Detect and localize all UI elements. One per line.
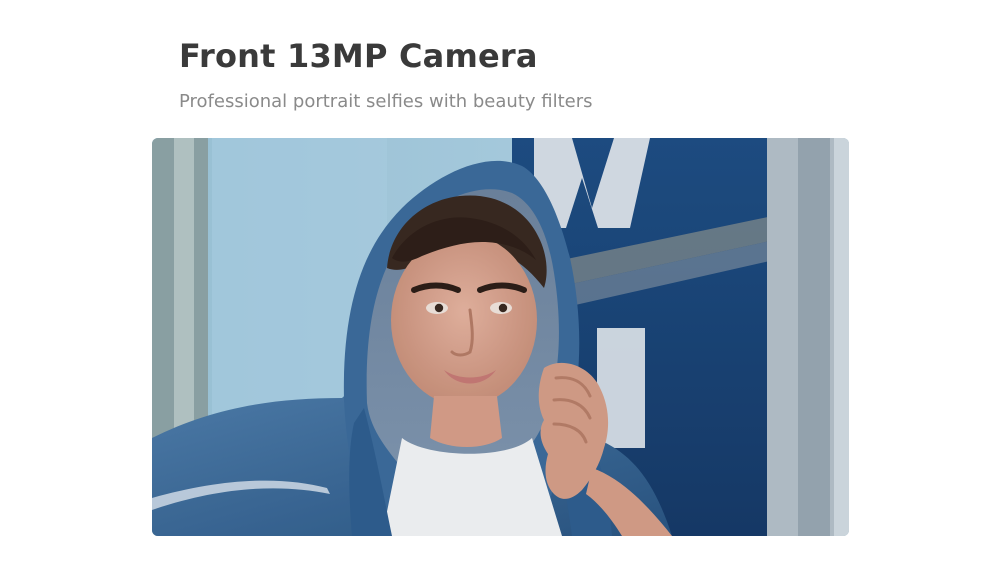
selfie-photo xyxy=(152,138,849,536)
feature-title: Front 13MP Camera xyxy=(179,37,538,75)
selfie-photo-illustration xyxy=(152,138,849,536)
feature-section: Front 13MP Camera Professional portrait … xyxy=(0,0,1000,579)
feature-subtitle: Professional portrait selfies with beaut… xyxy=(179,91,593,112)
